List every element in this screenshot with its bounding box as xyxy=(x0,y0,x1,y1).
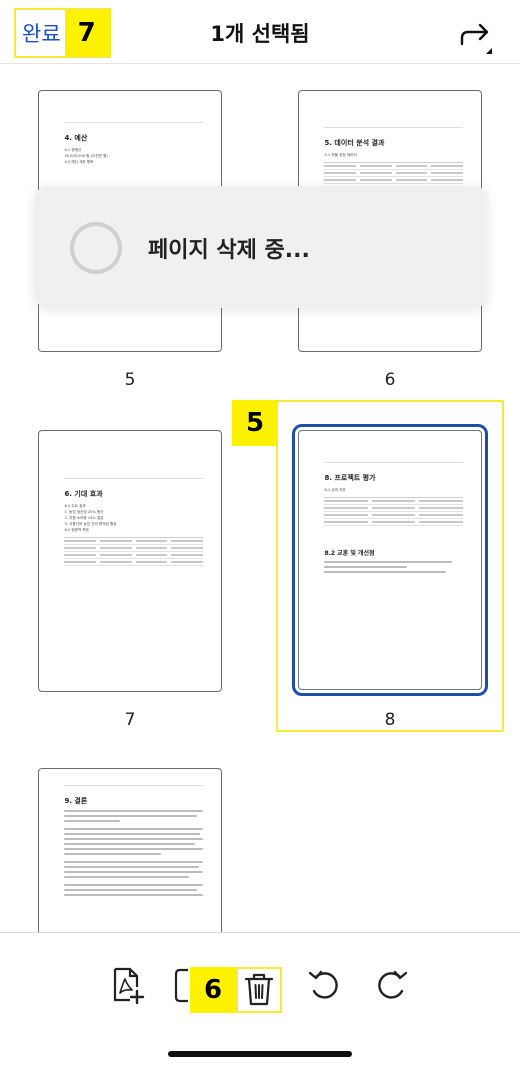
undo-icon[interactable] xyxy=(304,965,344,1005)
share-forward-icon[interactable] xyxy=(456,18,496,54)
thumbnail-heading: 5. 데이터 분석 결과 xyxy=(324,139,385,148)
annotation-badge-5: 5 xyxy=(232,400,278,446)
page-number-label: 6 xyxy=(384,370,396,390)
top-bar: 완료 7 1개 선택됨 xyxy=(0,0,520,64)
page-number-label: 5 xyxy=(124,370,136,390)
annotation-badge-6: 6 xyxy=(190,967,236,1013)
add-pdf-page-icon[interactable] xyxy=(106,965,146,1005)
thumbnail-heading: 4. 예산 xyxy=(64,134,88,143)
trash-icon[interactable] xyxy=(239,969,279,1009)
page-number-label: 7 xyxy=(124,710,136,730)
bottom-toolbar: 6 xyxy=(0,932,520,1068)
redo-icon[interactable] xyxy=(372,965,412,1005)
thumbnail-heading: 6. 기대 효과 xyxy=(64,489,103,498)
page-thumbnail-7[interactable]: 6. 기대 효과 6.1 주요 효과 1. 농업 생산성 20% 증가 2. 자… xyxy=(38,430,222,692)
thumbnail-heading: 9. 결론 xyxy=(64,796,88,805)
loading-spinner-icon xyxy=(70,222,122,274)
selected-page-frame xyxy=(292,424,488,696)
page-number-label: 8 xyxy=(384,710,396,730)
thumbnail-text: 4.2 예산 세부 항목 xyxy=(64,160,94,165)
toast-message: 페이지 삭제 중... xyxy=(148,238,310,263)
thumbnail-text: 6.2 정량적 목표 xyxy=(64,527,89,532)
page-title: 1개 선택됨 xyxy=(210,22,310,46)
deleting-page-toast: 페이지 삭제 중... xyxy=(34,186,488,308)
thumbnail-text: 5.1 작물 성장 데이터 xyxy=(324,153,357,158)
home-indicator xyxy=(168,1051,352,1057)
